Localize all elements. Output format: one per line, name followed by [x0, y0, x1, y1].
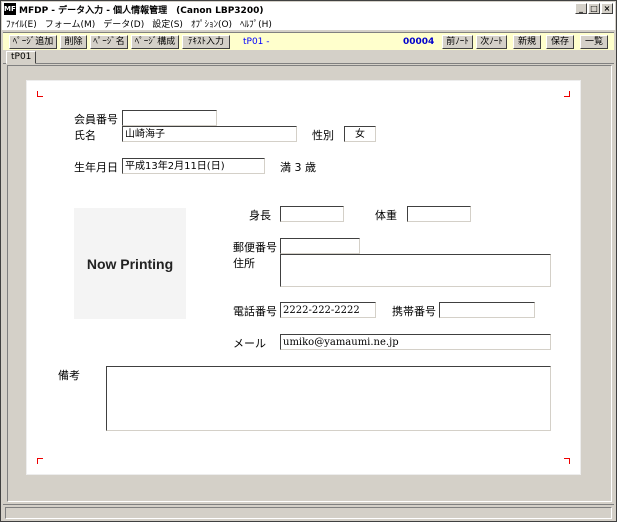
tab-strip: tP01 — [3, 50, 614, 64]
menu-options[interactable]: ｵﾌﾟｼｮﾝ(O) — [187, 17, 236, 30]
name-label: 氏名 — [74, 129, 96, 142]
notes-field[interactable] — [106, 366, 551, 431]
prev-note-button[interactable]: 前ﾉｰﾄ — [442, 35, 473, 49]
form-page: 会員番号 氏名 山崎海子 性別 女 生年月日 平成13年2月11日(日) 満 3… — [26, 80, 581, 475]
close-button[interactable]: × — [601, 3, 613, 14]
status-bar — [3, 504, 614, 520]
menu-help[interactable]: ﾍﾙﾌﾟ(H) — [236, 17, 276, 30]
age-text: 満 3 歳 — [280, 161, 316, 174]
email-label: メール — [233, 337, 266, 350]
birth-date-field[interactable]: 平成13年2月11日(日) — [122, 158, 265, 174]
title-bar[interactable]: MFDP MFDP - データ入力 - 個人情報管理 (Canon LBP320… — [2, 2, 615, 16]
height-field[interactable] — [280, 206, 344, 222]
maximize-button[interactable]: □ — [588, 3, 600, 14]
postal-label: 郵便番号 — [233, 241, 277, 254]
mobile-label: 携帯番号 — [392, 305, 436, 318]
next-note-button[interactable]: 次ﾉｰﾄ — [476, 35, 507, 49]
notes-label: 備考 — [58, 369, 80, 382]
address-label: 住所 — [233, 257, 255, 270]
birth-label: 生年月日 — [74, 161, 118, 174]
menu-data[interactable]: データ(D) — [99, 17, 148, 30]
workspace: 会員番号 氏名 山崎海子 性別 女 生年月日 平成13年2月11日(日) 満 3… — [7, 65, 612, 502]
height-label: 身長 — [249, 209, 271, 222]
record-number: 00004 — [403, 37, 435, 47]
list-button[interactable]: 一覧 — [580, 35, 608, 49]
member-no-field[interactable] — [122, 110, 217, 126]
gender-label: 性別 — [312, 129, 334, 142]
mobile-field[interactable] — [439, 302, 535, 318]
tab-tp01[interactable]: tP01 — [6, 51, 37, 64]
crop-mark-top-right — [564, 91, 570, 97]
weight-label: 体重 — [375, 209, 397, 222]
delete-button[interactable]: 削除 — [60, 35, 87, 49]
address-field[interactable] — [280, 254, 551, 287]
crop-mark-bottom-left — [37, 458, 43, 464]
email-field[interactable]: umiko@yamaumi.ne.jp — [280, 334, 551, 350]
gender-field[interactable]: 女 — [344, 126, 376, 142]
menu-bar: ﾌｧｲﾙ(E) フォーム(M) データ(D) 設定(S) ｵﾌﾟｼｮﾝ(O) ﾍ… — [2, 16, 615, 30]
page-name-button[interactable]: ﾍﾟｰｼﾞ名 — [90, 35, 128, 49]
toolbar: ﾍﾟｰｼﾞ追加 削除 ﾍﾟｰｼﾞ名 ﾍﾟｰｼﾞ構成 ﾃｷｽﾄ入力 tP01 - … — [3, 32, 614, 50]
crop-mark-top-left — [37, 91, 43, 97]
page-indicator: tP01 - — [243, 37, 270, 47]
phone-field[interactable]: 2222-222-2222 — [280, 302, 376, 318]
menu-form[interactable]: フォーム(M) — [41, 17, 100, 30]
page-layout-button[interactable]: ﾍﾟｰｼﾞ構成 — [131, 35, 179, 49]
app-icon: MFDP — [4, 3, 27, 15]
name-field[interactable]: 山崎海子 — [122, 126, 297, 142]
crop-mark-bottom-right — [564, 458, 570, 464]
postal-code-field[interactable] — [280, 238, 360, 254]
photo-placeholder[interactable]: Now Printing — [74, 208, 186, 319]
phone-label: 電話番号 — [233, 305, 277, 318]
minimize-button[interactable]: _ — [575, 3, 587, 14]
weight-field[interactable] — [407, 206, 471, 222]
add-page-button[interactable]: ﾍﾟｰｼﾞ追加 — [9, 35, 57, 49]
photo-placeholder-text: Now Printing — [86, 255, 174, 272]
status-pane — [5, 507, 612, 519]
menu-settings[interactable]: 設定(S) — [148, 17, 187, 30]
new-button[interactable]: 新規 — [513, 35, 541, 49]
member-no-label: 会員番号 — [74, 113, 118, 126]
save-button[interactable]: 保存 — [546, 35, 574, 49]
window-title: MFDP - データ入力 - 個人情報管理 (Canon LBP3200) — [19, 5, 264, 16]
text-input-button[interactable]: ﾃｷｽﾄ入力 — [182, 35, 230, 49]
app-window: MFDP MFDP - データ入力 - 個人情報管理 (Canon LBP320… — [0, 0, 617, 522]
window-controls: _ □ × — [575, 3, 613, 14]
menu-file[interactable]: ﾌｧｲﾙ(E) — [2, 17, 41, 30]
